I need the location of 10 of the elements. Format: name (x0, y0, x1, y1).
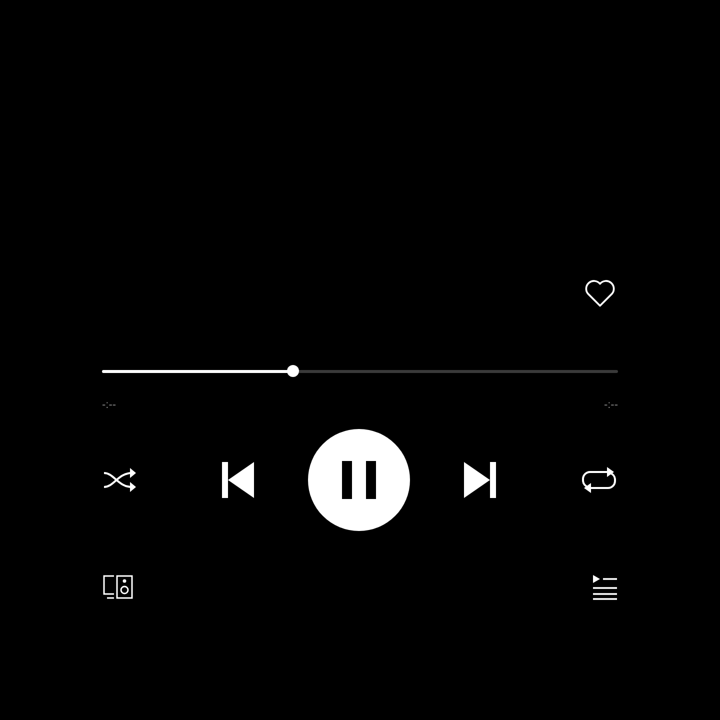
heart-icon[interactable] (583, 277, 617, 309)
progress-thumb[interactable] (286, 365, 299, 377)
remaining-time: -:-- (604, 398, 618, 413)
elapsed-time: -:-- (102, 398, 116, 413)
queue-icon[interactable] (592, 574, 618, 600)
progress-slider[interactable] (102, 365, 618, 377)
next-icon[interactable] (462, 460, 498, 500)
previous-icon[interactable] (220, 460, 256, 500)
devices-icon[interactable] (102, 574, 134, 600)
pause-icon (342, 460, 376, 498)
